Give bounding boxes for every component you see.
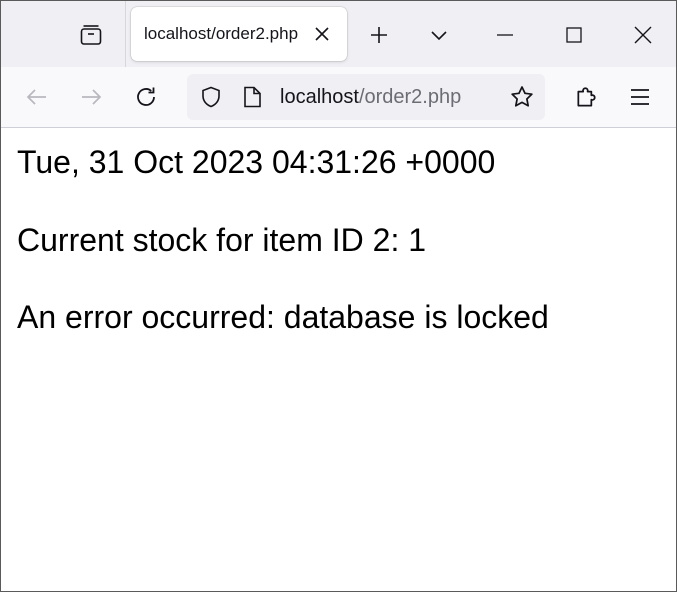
window-close-button[interactable] <box>623 15 663 55</box>
reload-icon <box>134 85 158 109</box>
tab-strip: localhost/order2.php <box>1 1 676 67</box>
bookmark-button[interactable] <box>507 82 537 112</box>
close-icon <box>634 26 652 44</box>
close-icon <box>314 26 330 42</box>
url-host: localhost <box>280 86 359 108</box>
page-icon[interactable] <box>237 82 267 112</box>
app-menu-button[interactable] <box>620 77 660 117</box>
minimize-button[interactable] <box>485 15 525 55</box>
url-bar[interactable]: localhost/order2.php <box>187 74 545 120</box>
tab-active[interactable]: localhost/order2.php <box>131 7 347 61</box>
minimize-icon <box>496 26 514 44</box>
error-text: An error occurred: database is locked <box>17 299 549 335</box>
page-content: Tue, 31 Oct 2023 04:31:26 +0000 Current … <box>1 128 676 591</box>
navigation-toolbar: localhost/order2.php <box>1 67 676 128</box>
new-tab-button[interactable] <box>359 15 399 55</box>
stock-text: Current stock for item ID 2: 1 <box>17 222 427 258</box>
arrow-left-icon <box>25 85 49 109</box>
chevron-down-icon <box>429 25 449 45</box>
tab-close-button[interactable] <box>312 24 332 44</box>
puzzle-icon <box>574 84 600 110</box>
hamburger-menu-icon <box>629 86 651 108</box>
browser-window: localhost/order2.php localhost/order2.ph… <box>0 0 677 592</box>
url-path: /order2.php <box>358 86 462 108</box>
star-icon <box>509 84 535 110</box>
reload-button[interactable] <box>126 77 166 117</box>
tab-divider <box>125 1 126 67</box>
back-button[interactable] <box>17 77 57 117</box>
plus-icon <box>369 25 389 45</box>
timestamp-text: Tue, 31 Oct 2023 04:31:26 +0000 <box>17 144 496 180</box>
url-text[interactable]: localhost/order2.php <box>280 86 461 109</box>
list-all-tabs-button[interactable] <box>419 15 459 55</box>
tab-title: localhost/order2.php <box>144 24 299 43</box>
tab-list-button[interactable] <box>71 15 111 55</box>
extensions-button[interactable] <box>567 77 607 117</box>
arrow-right-icon <box>79 85 103 109</box>
maximize-icon <box>565 26 583 44</box>
forward-button[interactable] <box>71 77 111 117</box>
shield-icon[interactable] <box>196 82 226 112</box>
maximize-button[interactable] <box>554 15 594 55</box>
tab-list-icon <box>79 23 103 47</box>
